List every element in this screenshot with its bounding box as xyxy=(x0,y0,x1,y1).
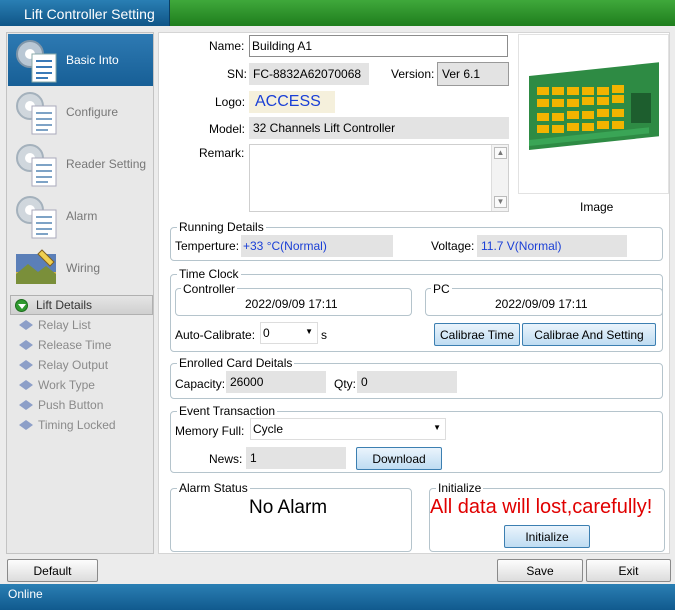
scroll-down-icon[interactable]: ▼ xyxy=(494,196,507,208)
remark-label: Remark: xyxy=(199,146,245,160)
logo-value: ACCESS xyxy=(249,91,335,113)
temperature-label: Temperture: xyxy=(175,239,240,253)
lift-item-label: Relay List xyxy=(38,318,91,332)
pc-time: 2022/09/09 17:11 xyxy=(495,297,588,311)
lift-details-header[interactable]: Lift Details xyxy=(10,295,153,315)
enrolled-card-title: Enrolled Card Deitals xyxy=(177,356,295,370)
sidebar-item-alarm[interactable]: Alarm xyxy=(8,190,153,242)
sidebar-item-basic-info[interactable]: Basic Into xyxy=(8,34,153,86)
time-clock-title: Time Clock xyxy=(177,267,241,281)
sidebar-item-label: Basic Into xyxy=(66,53,119,67)
lift-item-label: Push Button xyxy=(38,398,104,412)
sidebar-item-label: Configure xyxy=(66,105,119,119)
lift-item-push-button[interactable]: Push Button xyxy=(19,396,103,414)
dropdown-arrow-icon: ▼ xyxy=(305,327,313,336)
sidebar-item-wiring[interactable]: Wiring xyxy=(8,242,153,294)
exit-button[interactable]: Exit xyxy=(586,559,671,582)
auto-calibrate-select[interactable]: 0 ▼ xyxy=(260,322,318,344)
sn-value: FC-8832A62070068 xyxy=(249,63,369,85)
lift-item-relay-list[interactable]: Relay List xyxy=(19,316,91,334)
lift-item-label: Relay Output xyxy=(38,358,109,372)
controller-time: 2022/09/09 17:11 xyxy=(245,297,338,311)
circuit-board-picture xyxy=(529,62,659,150)
sidebar-item-reader-setting[interactable]: Reader Setting xyxy=(8,138,153,190)
voltage-value: 11.7 V(Normal) xyxy=(477,235,627,257)
chevron-down-icon xyxy=(15,298,28,312)
memory-full-value: Cycle xyxy=(253,422,284,436)
image-caption: Image xyxy=(580,200,614,214)
lift-item-work-type[interactable]: Work Type xyxy=(19,376,95,394)
diamond-icon xyxy=(19,380,33,390)
sidebar-item-label: Alarm xyxy=(66,209,98,223)
landscape-pen-icon xyxy=(16,249,56,284)
default-button[interactable]: Default xyxy=(7,559,98,582)
remark-textarea[interactable] xyxy=(249,144,509,212)
diamond-icon xyxy=(19,400,33,410)
qty-label: Qty: xyxy=(334,377,357,391)
diamond-icon xyxy=(19,420,33,430)
version-label: Version: xyxy=(391,67,435,81)
sidebar: Basic Into Configure Reader Setting Alar… xyxy=(6,32,154,554)
calibrate-time-button[interactable]: Calibrae Time xyxy=(434,323,520,346)
memory-full-select[interactable]: Cycle ▼ xyxy=(250,418,446,440)
gear-checklist-icon xyxy=(16,144,57,187)
gear-checklist-icon xyxy=(16,92,57,135)
lift-item-label: Work Type xyxy=(38,378,95,392)
model-label: Model: xyxy=(209,122,246,136)
sidebar-item-configure[interactable]: Configure xyxy=(8,86,153,138)
status-bar: Online xyxy=(0,584,675,610)
news-label: News: xyxy=(209,452,243,466)
initialize-button[interactable]: Initialize xyxy=(504,525,590,548)
running-details-title: Running Details xyxy=(177,220,266,234)
sidebar-item-label: Reader Setting xyxy=(66,157,147,171)
version-value: Ver 6.1 xyxy=(437,62,509,86)
status-text: Online xyxy=(8,587,43,601)
auto-calibrate-value: 0 xyxy=(263,326,270,340)
voltage-label: Voltage: xyxy=(431,239,475,253)
gear-checklist-icon xyxy=(16,196,57,239)
alarm-status-value: No Alarm xyxy=(249,497,328,518)
diamond-icon xyxy=(19,340,33,350)
initialize-title: Initialize xyxy=(436,481,484,495)
qty-value: 0 xyxy=(357,371,457,393)
pc-title: PC xyxy=(431,282,452,296)
diamond-icon xyxy=(19,360,33,370)
lift-item-relay-output[interactable]: Relay Output xyxy=(19,356,108,374)
sidebar-item-label: Wiring xyxy=(66,261,101,275)
alarm-status-title: Alarm Status xyxy=(177,481,250,495)
capacity-label: Capacity: xyxy=(175,377,226,391)
lift-item-release-time[interactable]: Release Time xyxy=(19,336,111,354)
lift-item-label: Timing Locked xyxy=(38,418,116,432)
logo-label: Logo: xyxy=(215,95,246,109)
capacity-value: 26000 xyxy=(226,371,326,393)
lift-details-title: Lift Details xyxy=(36,298,93,312)
lift-item-label: Release Time xyxy=(38,338,112,352)
event-transaction-title: Event Transaction xyxy=(177,404,278,418)
diamond-icon xyxy=(19,320,33,330)
news-value: 1 xyxy=(246,447,346,469)
model-value: 32 Channels Lift Controller xyxy=(249,117,509,139)
auto-calibrate-label: Auto-Calibrate: xyxy=(175,328,256,342)
dropdown-arrow-icon: ▼ xyxy=(433,423,441,432)
lift-item-timing-locked[interactable]: Timing Locked xyxy=(19,416,116,434)
controller-image xyxy=(518,34,669,194)
window-title: Lift Controller Setting xyxy=(0,0,170,26)
save-button[interactable]: Save xyxy=(497,559,583,582)
temperature-value: +33 °C(Normal) xyxy=(241,235,393,257)
remark-scrollbar[interactable]: ▲ ▼ xyxy=(491,145,508,211)
name-input[interactable]: Building A1 xyxy=(249,35,508,57)
controller-title: Controller xyxy=(181,282,238,296)
initialize-warning: All data will lost,carefully! xyxy=(430,496,653,518)
gear-checklist-icon xyxy=(16,40,57,83)
main-panel: Name: Building A1 SN: FC-8832A62070068 V… xyxy=(158,32,670,554)
sn-label: SN: xyxy=(227,67,248,81)
memory-full-label: Memory Full: xyxy=(175,424,245,438)
name-label: Name: xyxy=(209,39,245,53)
scroll-up-icon[interactable]: ▲ xyxy=(494,147,507,159)
download-button[interactable]: Download xyxy=(356,447,442,470)
calibrate-and-setting-button[interactable]: Calibrae And Setting xyxy=(522,323,656,346)
auto-calibrate-unit: s xyxy=(321,328,327,342)
